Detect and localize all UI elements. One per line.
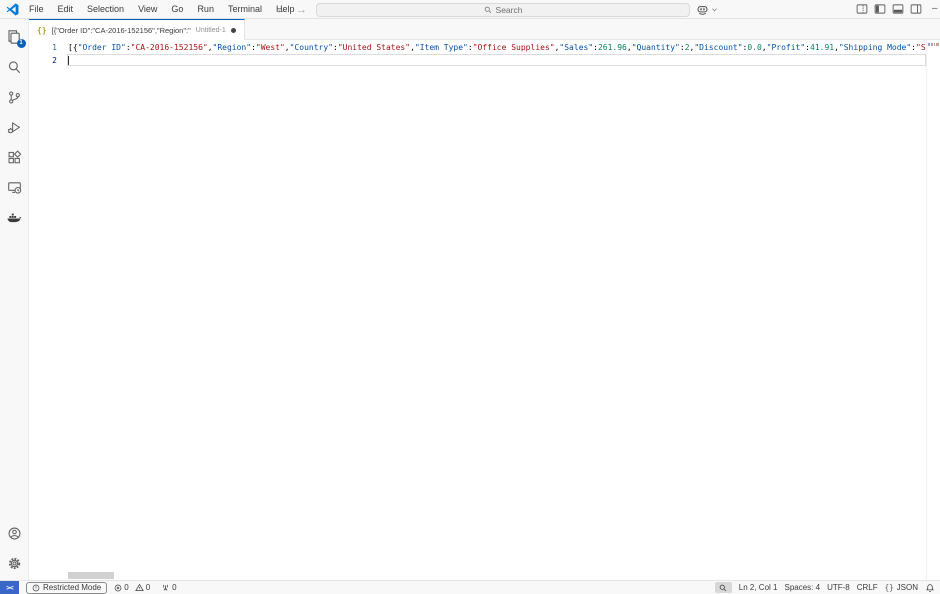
activity-explorer[interactable]: 1 (0, 22, 29, 52)
tab-description: Untitled-1 (195, 26, 226, 34)
vscode-window: File Edit Selection View Go Run Terminal… (0, 0, 940, 594)
minimap-line-1 (928, 43, 940, 46)
vscode-logo-icon (6, 3, 19, 16)
activity-source-control[interactable] (0, 82, 29, 112)
text-cursor (68, 55, 69, 65)
status-right: Ln 2, Col 1 Spaces: 4 UTF-8 CRLF {} JSON (714, 582, 935, 593)
tab-untitled-1[interactable]: {} [{"Order ID":"CA-2016-152156","Region… (29, 19, 245, 40)
errors-count: 0 (124, 583, 129, 592)
language-label: JSON (896, 583, 918, 592)
line-number-1: 1 (52, 43, 57, 52)
menu-bar: File Edit Selection View Go Run Terminal… (22, 0, 301, 19)
history-navigation: ← → (276, 0, 307, 19)
activity-search[interactable] (0, 52, 29, 82)
toggle-primary-sidebar-icon[interactable] (874, 3, 886, 15)
layout-controls (856, 3, 922, 15)
window-minimize-button[interactable]: – (929, 0, 940, 19)
accounts-button[interactable] (0, 518, 29, 548)
indentation-item[interactable]: Spaces: 4 (784, 583, 820, 592)
monitor-clock-icon (7, 180, 22, 195)
menu-selection[interactable]: Selection (80, 0, 131, 19)
code-editor[interactable]: 1 [{"Order ID":"CA-2016-152156","Region"… (29, 40, 940, 580)
restricted-mode-item[interactable]: Restricted Mode (26, 581, 108, 594)
gear-icon (7, 556, 22, 571)
zoom-indicator[interactable] (714, 582, 732, 593)
restricted-mode-label: Restricted Mode (43, 583, 102, 592)
encoding-item[interactable]: UTF-8 (827, 583, 850, 592)
title-bar: File Edit Selection View Go Run Terminal… (0, 0, 940, 19)
errors-icon (114, 584, 122, 592)
branch-icon (7, 90, 22, 105)
code-line-2: 2 (29, 54, 927, 67)
code-line-1: 1 [{"Order ID":"CA-2016-152156","Region"… (29, 41, 927, 54)
code-line-2-text (68, 54, 927, 67)
toggle-panel-icon[interactable] (892, 3, 904, 15)
chevron-down-icon (711, 6, 718, 13)
braces-icon: {} (884, 583, 894, 592)
forward-icon[interactable]: → (296, 4, 307, 16)
horizontal-scrollbar-thumb[interactable] (68, 572, 114, 579)
customize-layout-icon[interactable] (856, 3, 868, 15)
status-bar: >< Restricted Mode 0 0 0 Ln 2, Col 1 Spa… (0, 580, 940, 594)
docker-whale-icon (6, 209, 22, 225)
menu-file[interactable]: File (22, 0, 51, 19)
menu-run[interactable]: Run (190, 0, 221, 19)
warnings-icon (134, 583, 144, 592)
shield-icon (32, 584, 40, 592)
warnings-count: 0 (145, 583, 151, 592)
problems-item[interactable]: 0 0 (114, 583, 150, 592)
tab-label: [{"Order ID":"CA-2016-152156","Region":" (51, 25, 191, 35)
remote-indicator[interactable]: >< (0, 581, 19, 594)
settings-button[interactable] (0, 548, 29, 578)
play-bug-icon (7, 120, 22, 135)
activity-remote-explorer[interactable] (0, 172, 29, 202)
unsaved-changes-dot[interactable] (230, 27, 236, 33)
eol-item[interactable]: CRLF (857, 583, 878, 592)
menu-go[interactable]: Go (164, 0, 190, 19)
copilot-icon (696, 3, 709, 16)
menu-terminal[interactable]: Terminal (221, 0, 269, 19)
explorer-badge: 1 (16, 39, 26, 48)
editor-tab-bar: {} [{"Order ID":"CA-2016-152156","Region… (29, 19, 940, 40)
language-mode-item[interactable]: {} JSON (885, 583, 918, 592)
minimap[interactable] (926, 40, 940, 580)
activity-run-debug[interactable] (0, 112, 29, 142)
search-placeholder: Search (495, 5, 523, 15)
ports-count: 0 (172, 583, 177, 592)
menu-edit[interactable]: Edit (51, 0, 81, 19)
ports-item[interactable]: 0 (161, 583, 177, 592)
cursor-position-item[interactable]: Ln 2, Col 1 (739, 583, 778, 592)
copilot-button[interactable] (696, 2, 718, 17)
json-file-icon: {} (37, 25, 47, 35)
activity-docker[interactable] (0, 202, 29, 232)
activity-extensions[interactable] (0, 142, 29, 172)
command-center-search[interactable]: Search (316, 3, 690, 17)
activity-bar: 1 (0, 19, 29, 580)
notifications-bell-icon[interactable] (925, 583, 935, 593)
line-number-2: 2 (52, 56, 57, 65)
remote-icon: >< (6, 583, 14, 592)
person-icon (7, 526, 22, 541)
extensions-icon (7, 149, 22, 165)
search-icon (7, 60, 22, 75)
back-icon[interactable]: ← (276, 4, 287, 16)
radio-tower-icon (161, 583, 170, 592)
toggle-secondary-sidebar-icon[interactable] (910, 3, 922, 15)
menu-view[interactable]: View (131, 0, 164, 19)
code-line-1-text: [{"Order ID":"CA-2016-152156","Region":"… (68, 43, 926, 52)
search-icon (484, 6, 492, 14)
